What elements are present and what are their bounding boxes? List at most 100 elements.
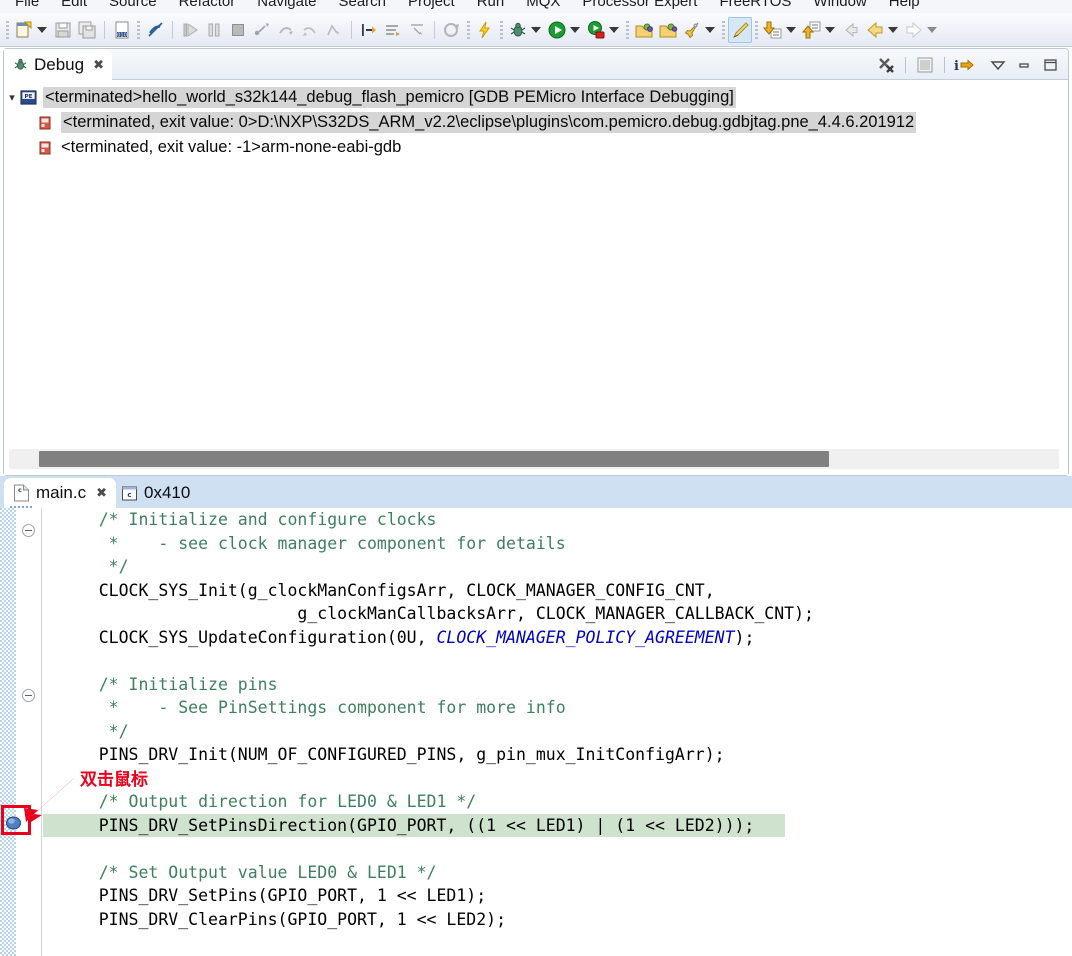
debug-tree-child-row[interactable]: <terminated, exit value: -1>arm-none-eab… (4, 135, 1068, 160)
toolbar-drag-handle-6[interactable] (722, 20, 725, 39)
folding-gutter[interactable] (16, 508, 42, 956)
menu-item-file[interactable]: File (4, 0, 50, 13)
show-disassembly-icon[interactable] (381, 17, 405, 43)
overview-ruler[interactable] (0, 508, 16, 956)
show-details-icon[interactable]: i (952, 52, 976, 78)
next-annotation-caret[interactable] (786, 26, 796, 33)
menu-bar[interactable]: File Edit Source Refactor Navigate Searc… (0, 0, 1072, 13)
code-line[interactable]: */ (43, 720, 1072, 744)
toolbar-drag-handle-4[interactable] (500, 20, 503, 39)
open-type-icon[interactable] (632, 17, 656, 43)
toolbar-drag-handle-7[interactable] (755, 20, 758, 39)
code-line[interactable]: /* Output direction for LED0 & LED1 */ (43, 790, 1072, 814)
code-line[interactable]: PINS_DRV_Init(NUM_OF_CONFIGURED_PINS, g_… (43, 743, 1072, 767)
new-dropdown-caret[interactable] (37, 26, 47, 33)
toolbar-drag-handle[interactable] (6, 20, 9, 39)
minimize-icon[interactable] (1012, 52, 1036, 78)
debug-dropdown-caret[interactable] (531, 26, 541, 33)
tab-debug[interactable]: Debug ✖ (4, 49, 113, 80)
tab-main-c[interactable]: c main.c ✖ (4, 478, 116, 508)
save-all-icon[interactable] (75, 17, 99, 43)
new-file-icon[interactable] (12, 17, 36, 43)
toolbar-drag-handle-2[interactable] (137, 20, 140, 39)
step-instruction-icon[interactable] (322, 17, 346, 43)
launch-icon[interactable] (680, 17, 704, 43)
profile-dropdown-caret[interactable] (609, 26, 619, 33)
chevron-down-icon[interactable]: ▾ (4, 91, 20, 104)
save-icon[interactable] (51, 17, 75, 43)
menu-item-navigate[interactable]: Navigate (246, 0, 327, 13)
code-line[interactable]: * - See PinSettings component for more i… (43, 696, 1072, 720)
horizontal-scrollbar[interactable] (9, 449, 1059, 469)
menu-item-run[interactable]: Run (466, 0, 516, 13)
code-line-highlighted[interactable]: PINS_DRV_SetPinsDirection(GPIO_PORT, ((1… (43, 813, 785, 837)
fold-collapse-icon[interactable] (22, 524, 35, 537)
launch-dropdown-caret[interactable] (705, 26, 715, 33)
close-icon[interactable]: ✖ (93, 57, 104, 73)
code-line[interactable]: */ (43, 555, 1072, 579)
next-annotation-icon[interactable] (761, 17, 785, 43)
code-line[interactable]: CLOCK_SYS_UpdateConfiguration(0U, CLOCK_… (43, 626, 1072, 650)
code-line[interactable]: /* Set Output value LED0 & LED1 */ (43, 861, 1072, 885)
debug-tree-child-row[interactable]: <terminated, exit value: 0>D:\NXP\S32DS_… (4, 110, 1068, 135)
collapse-all-icon[interactable] (913, 52, 937, 78)
profile-icon[interactable] (584, 17, 608, 43)
code-line[interactable] (43, 649, 1072, 673)
fold-collapse-icon[interactable] (22, 689, 35, 702)
menu-item-edit[interactable]: Edit (50, 0, 98, 13)
maximize-icon[interactable] (1038, 52, 1062, 78)
instruction-stepping-icon[interactable] (405, 17, 429, 43)
terminate-icon[interactable] (226, 17, 250, 43)
code-viewport[interactable]: /* Initialize and configure clocks * - s… (43, 508, 1072, 956)
build-all-icon[interactable] (440, 17, 464, 43)
toggle-link-icon[interactable] (143, 17, 167, 43)
suspend-icon[interactable] (202, 17, 226, 43)
debug-tree-root-row[interactable]: ▾ PE <terminated>hello_world_s32k144_deb… (4, 85, 1068, 110)
code-line[interactable]: /* Initialize pins (43, 673, 1072, 697)
menu-item-window[interactable]: Window (802, 0, 877, 13)
menu-item-search[interactable]: Search (327, 0, 397, 13)
menu-item-mqx[interactable]: MQX (515, 0, 571, 13)
run-dropdown-caret[interactable] (570, 26, 580, 33)
scrollbar-thumb[interactable] (39, 451, 829, 467)
debug-bug-icon[interactable] (506, 17, 530, 43)
previous-annotation-caret[interactable] (825, 26, 835, 33)
code-line[interactable]: g_clockManCallbacksArr, CLOCK_MANAGER_CA… (43, 602, 1072, 626)
code-line[interactable]: /* Initialize and configure clocks (43, 508, 1072, 532)
code-line[interactable]: PINS_DRV_SetPins(GPIO_PORT, 1 << LED1); (43, 884, 1072, 908)
run-icon[interactable] (545, 17, 569, 43)
build-flash-icon[interactable] (473, 17, 497, 43)
back-caret[interactable] (888, 26, 898, 33)
menu-item-project[interactable]: Project (397, 0, 466, 13)
toolbar-drag-handle-5[interactable] (626, 20, 629, 39)
menu-item-freertos[interactable]: FreeRTOS (708, 0, 802, 13)
toolbar-drag-handle-3[interactable] (467, 20, 470, 39)
menu-item-source[interactable]: Source (98, 0, 168, 13)
forward-icon[interactable] (902, 17, 926, 43)
step-over-icon[interactable] (274, 17, 298, 43)
tab-0x410[interactable]: c 0x410 (112, 478, 199, 508)
menu-item-help[interactable]: Help (878, 0, 931, 13)
skip-to-line-icon[interactable] (357, 17, 381, 43)
menu-item-processor-expert[interactable]: Processor Expert (571, 0, 708, 13)
menu-item-refactor[interactable]: Refactor (168, 0, 247, 13)
code-line[interactable]: PINS_DRV_ClearPins(GPIO_PORT, 1 << LED2)… (43, 908, 1072, 932)
remove-all-terminated-icon[interactable] (874, 52, 898, 78)
open-resource-icon[interactable] (656, 17, 680, 43)
code-comment: * - See PinSettings component for more i… (59, 698, 566, 717)
code-line[interactable] (43, 767, 1072, 791)
back-history-icon[interactable] (839, 17, 863, 43)
back-icon[interactable] (863, 17, 887, 43)
build-hex-icon[interactable]: 010 (110, 17, 134, 43)
resume-icon[interactable] (178, 17, 202, 43)
previous-annotation-icon[interactable] (800, 17, 824, 43)
step-into-icon[interactable] (250, 17, 274, 43)
close-icon[interactable]: ✖ (96, 485, 107, 501)
code-line[interactable] (43, 837, 1072, 861)
code-line[interactable]: * - see clock manager component for deta… (43, 532, 1072, 556)
step-return-icon[interactable] (298, 17, 322, 43)
edit-highlight-icon[interactable] (728, 16, 752, 43)
code-line[interactable]: CLOCK_SYS_Init(g_clockManConfigsArr, CLO… (43, 579, 1072, 603)
forward-caret[interactable] (927, 26, 937, 33)
view-menu-icon[interactable] (986, 52, 1010, 78)
